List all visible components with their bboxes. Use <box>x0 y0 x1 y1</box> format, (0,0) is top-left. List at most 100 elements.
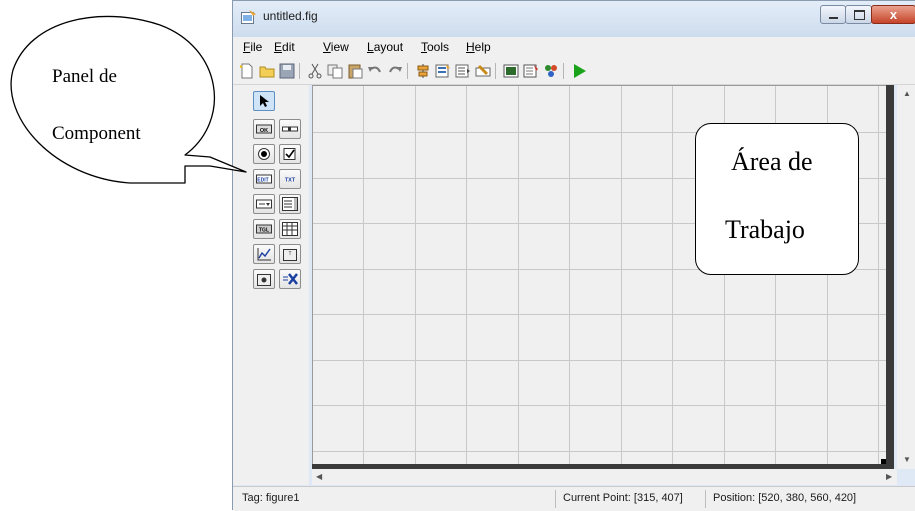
grid-line <box>415 86 416 466</box>
grid-line <box>878 86 879 466</box>
save-icon[interactable] <box>279 63 295 79</box>
panel-callout-line2: Component <box>52 123 141 144</box>
panel-callout-bubble <box>10 15 247 184</box>
radio-button-icon <box>258 148 270 160</box>
menu-edit[interactable]: Edit <box>274 40 295 54</box>
slider-icon <box>282 126 298 132</box>
toolbar-editor-icon[interactable] <box>475 63 491 79</box>
push-button-icon: OK <box>256 124 272 134</box>
maximize-icon <box>854 10 865 20</box>
checkbox-tool[interactable] <box>279 144 301 164</box>
object-browser-icon[interactable] <box>543 63 559 79</box>
listbox-icon <box>282 197 298 211</box>
resize-handle[interactable] <box>881 459 886 464</box>
scroll-left-icon[interactable]: ◀ <box>316 472 322 481</box>
static-text-icon: TXT <box>285 178 296 184</box>
grid-line <box>569 86 570 466</box>
close-icon: x <box>889 7 898 22</box>
axes-icon <box>257 248 271 261</box>
vertical-scrollbar[interactable]: ▲ ▼ <box>897 85 915 469</box>
grid-line <box>313 360 886 361</box>
push-button-tool[interactable]: OK <box>253 119 275 139</box>
close-button[interactable]: x <box>871 5 915 24</box>
listbox-tool[interactable] <box>279 194 301 214</box>
toolbar-separator <box>495 63 496 79</box>
table-tool[interactable] <box>279 219 301 239</box>
button-group-icon <box>257 274 271 286</box>
menu-help[interactable]: Help <box>466 40 491 54</box>
scroll-right-icon[interactable]: ▶ <box>886 472 892 481</box>
window-title: untitled.fig <box>263 9 318 23</box>
popup-menu-tool[interactable] <box>253 194 275 214</box>
static-text-label: TXT <box>285 178 296 184</box>
axes-tool[interactable] <box>253 244 275 264</box>
status-bar: Tag: figure1 Current Point: [315, 407] P… <box>233 486 915 511</box>
grid-line <box>313 405 886 406</box>
figure-right-border <box>886 85 894 466</box>
menu-tools[interactable]: Tools <box>421 40 449 54</box>
menu-editor-icon[interactable] <box>435 63 451 79</box>
undo-icon[interactable] <box>367 63 383 79</box>
toolbar <box>233 57 915 85</box>
push-button-label: OK <box>260 128 268 134</box>
button-group-tool[interactable] <box>253 269 275 289</box>
panel-callout-line1: Panel de <box>52 66 117 87</box>
minimize-button[interactable] <box>820 5 846 24</box>
select-tool-button[interactable] <box>253 91 275 111</box>
run-figure-icon[interactable] <box>571 63 587 79</box>
grid-line <box>621 86 622 466</box>
editor-icon[interactable] <box>503 63 519 79</box>
horizontal-scrollbar[interactable]: ◀ ▶ <box>312 469 897 485</box>
edit-text-icon: EDIT <box>256 174 272 184</box>
title-bar: untitled.fig x <box>233 1 915 37</box>
scroll-down-icon[interactable]: ▼ <box>903 455 911 464</box>
toggle-button-label: TGL <box>259 228 269 234</box>
copy-icon[interactable] <box>327 63 343 79</box>
paste-icon[interactable] <box>347 63 363 79</box>
svg-text:T: T <box>288 251 291 257</box>
toolbar-separator <box>407 63 408 79</box>
cursor-arrow-icon <box>260 95 269 107</box>
tab-order-icon[interactable] <box>455 63 471 79</box>
status-tag: Tag: figure1 <box>242 492 300 504</box>
open-folder-icon[interactable] <box>259 63 275 79</box>
area-callout-box <box>695 123 859 275</box>
popup-menu-icon <box>256 199 272 209</box>
status-divider <box>705 490 706 508</box>
toolbar-separator <box>563 63 564 79</box>
edit-text-label: EDIT <box>257 178 268 184</box>
menu-layout[interactable]: Layout <box>367 40 403 54</box>
grid-line <box>313 451 886 452</box>
maximize-button[interactable] <box>845 5 872 24</box>
grid-line <box>518 86 519 466</box>
table-icon <box>282 222 298 236</box>
radio-button-tool[interactable] <box>253 144 275 164</box>
slider-tool[interactable] <box>279 119 301 139</box>
activex-control-tool[interactable] <box>279 269 301 289</box>
checkbox-icon <box>283 148 296 160</box>
status-divider <box>555 490 556 508</box>
menu-bar: File Edit View Layout Tools Help <box>233 37 915 57</box>
area-callout-line1: Área de <box>731 147 813 176</box>
panel-tool[interactable]: T <box>279 244 301 264</box>
status-current-point: Current Point: [315, 407] <box>563 492 683 504</box>
cut-icon[interactable] <box>307 63 323 79</box>
redo-icon[interactable] <box>387 63 403 79</box>
grid-line <box>363 86 364 466</box>
panel-icon: T <box>283 249 297 261</box>
toolbar-separator <box>299 63 300 79</box>
menu-view[interactable]: View <box>323 40 349 54</box>
grid-line <box>466 86 467 466</box>
grid-line <box>672 86 673 466</box>
toggle-button-tool[interactable]: TGL <box>253 219 275 239</box>
activex-icon <box>283 273 298 285</box>
align-objects-icon[interactable] <box>415 63 431 79</box>
toggle-button-icon: TGL <box>256 224 272 234</box>
scroll-up-icon[interactable]: ▲ <box>903 89 911 98</box>
grid-line <box>313 314 886 315</box>
edit-text-tool[interactable]: EDIT <box>253 169 275 189</box>
area-callout-line2: Trabajo <box>725 215 805 244</box>
property-inspector-icon[interactable] <box>523 63 539 79</box>
static-text-tool[interactable]: TXT <box>279 169 301 189</box>
status-position: Position: [520, 380, 560, 420] <box>713 492 857 504</box>
